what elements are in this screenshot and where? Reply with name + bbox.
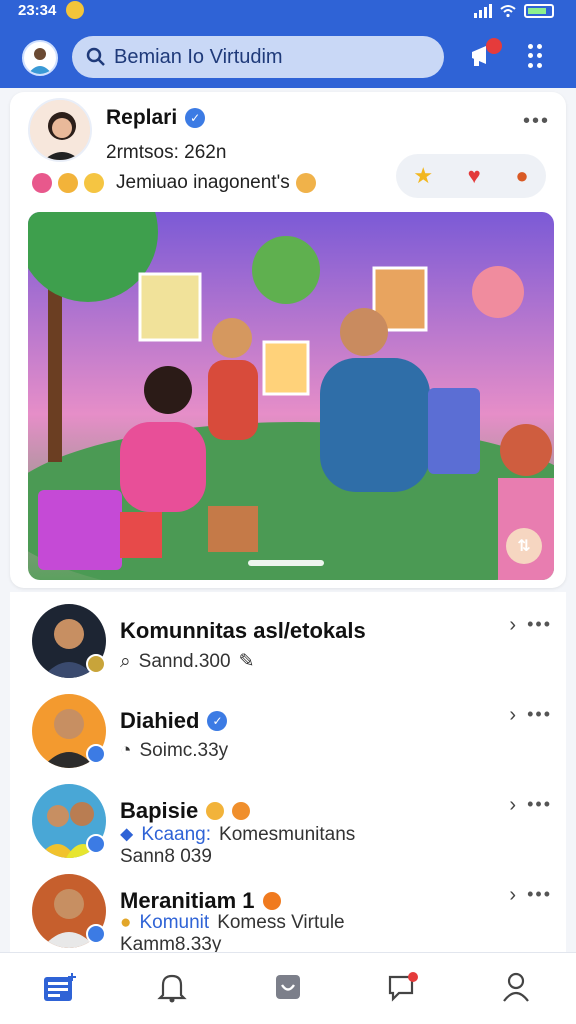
post-caption: Jemiuao inagonent's <box>116 172 290 193</box>
status-bar: 23:34 <box>0 0 576 24</box>
pen-icon: ✎ <box>238 651 255 672</box>
bottom-navigation <box>0 952 576 1024</box>
feed-post-card: Replari ✓ 2rmtsos: 262n ••• Jemiuao inag… <box>10 92 566 588</box>
nav-alerts[interactable] <box>152 967 192 1007</box>
heart-icon[interactable]: ♥ <box>468 163 481 189</box>
post-author-avatar[interactable] <box>28 98 92 162</box>
image-action-icon[interactable]: ⇅ <box>506 528 542 564</box>
grin-emoji-icon <box>295 173 316 193</box>
wifi-icon <box>500 5 516 18</box>
search-icon <box>86 47 105 66</box>
nav-messages[interactable] <box>384 967 424 1007</box>
chat-row[interactable]: Meranitiam 1 ● Komunit Komess Virtule Kamm… <box>10 868 566 958</box>
ball-icon[interactable]: ● <box>515 163 528 189</box>
nav-profile[interactable] <box>496 967 536 1007</box>
post-caption-row: Jemiuao inagonent's <box>32 172 316 194</box>
row-more-icon[interactable]: ••• <box>527 884 552 905</box>
chat-sub: ● Komunit Komess Virtule <box>120 912 345 933</box>
post-author-label: Replari <box>106 106 178 129</box>
chat-title: Bapisie <box>120 798 251 824</box>
nav-inbox[interactable] <box>268 967 308 1007</box>
notification-badge <box>486 38 502 54</box>
my-avatar[interactable] <box>22 40 58 76</box>
chevron-right-icon[interactable]: › <box>509 614 516 637</box>
coin-icon: ● <box>120 912 132 933</box>
hand-emoji-icon <box>206 802 225 820</box>
inbox-icon <box>276 975 300 999</box>
chevron-right-icon[interactable]: › <box>509 884 516 907</box>
app-header: 23:34 Bemian Io Virtudim <box>0 0 576 88</box>
notifications-button[interactable] <box>468 38 502 72</box>
pin-icon: ⬥ <box>120 824 134 845</box>
chevron-right-icon[interactable]: › <box>509 704 516 727</box>
post-author-name[interactable]: Replari ✓ <box>106 106 206 130</box>
verified-badge <box>86 924 106 944</box>
status-icons <box>474 4 554 18</box>
post-more-icon[interactable]: ••• <box>523 110 550 133</box>
hand-emoji-icon <box>58 173 78 193</box>
chat-bubble-icon <box>388 972 418 1002</box>
chat-title: Meranitiam 1 <box>120 888 281 914</box>
verified-badge <box>86 744 106 764</box>
bell-icon <box>157 974 187 1003</box>
chat-row[interactable]: Komunnitas asl/etokals ⌕ Sannd.300 ✎ › ••• <box>10 598 566 688</box>
chat-title: Komunnitas asl/etokals <box>120 618 366 643</box>
post-image[interactable]: ⇅ <box>28 212 554 580</box>
chat-list: Komunnitas asl/etokals ⌕ Sannd.300 ✎ › •••… <box>10 592 566 955</box>
overflow-menu-icon[interactable] <box>528 44 548 68</box>
unread-dot-icon <box>262 892 281 910</box>
image-drag-handle[interactable] <box>248 560 324 566</box>
chat-sub: ⌕ Sannd.300 ✎ <box>120 650 255 673</box>
heart-emoji-icon <box>32 173 52 193</box>
row-more-icon[interactable]: ••• <box>527 704 552 725</box>
nav-feed[interactable] <box>40 967 80 1007</box>
verified-icon: ✓ <box>185 108 206 128</box>
star-icon[interactable]: ★ <box>413 163 433 189</box>
battery-icon <box>524 4 554 18</box>
signal-icon <box>474 4 492 18</box>
verified-badge <box>86 834 106 854</box>
search-bar[interactable]: Bemian Io Virtudim <box>72 36 444 78</box>
chevron-right-icon[interactable]: › <box>509 794 516 817</box>
row-more-icon[interactable]: ••• <box>527 794 552 815</box>
profile-icon <box>503 972 529 1002</box>
verified-icon: ✓ <box>207 711 228 731</box>
reaction-bar[interactable]: ★ ♥ ● <box>396 154 546 198</box>
status-badge <box>86 654 106 674</box>
chat-row[interactable]: Diahied ✓ ◔ Soimc.33y › ••• <box>10 688 566 778</box>
search-icon: ⌕ <box>120 650 131 672</box>
row-more-icon[interactable]: ••• <box>527 614 552 635</box>
status-time: 23:34 <box>18 2 57 19</box>
chat-row[interactable]: Bapisie ⬥ Kcaang: Komesmunitans Sann8 039 … <box>10 778 566 868</box>
status-emoji-icon <box>66 1 84 19</box>
search-text: Bemian Io Virtudim <box>114 45 283 68</box>
chat-sub: ◔ Soimc.33y <box>120 740 229 761</box>
smile-emoji-icon <box>232 802 251 820</box>
post-meta: 2rmtsos: 262n <box>106 142 227 163</box>
chat-sub: ⬥ Kcaang: Komesmunitans <box>120 824 356 845</box>
clock-icon: ◔ <box>120 740 132 761</box>
smile-emoji-icon <box>84 173 104 193</box>
chat-title: Diahied ✓ <box>120 708 228 734</box>
feed-icon <box>44 973 76 1001</box>
chat-sub-secondary: Sann8 039 <box>120 846 212 867</box>
